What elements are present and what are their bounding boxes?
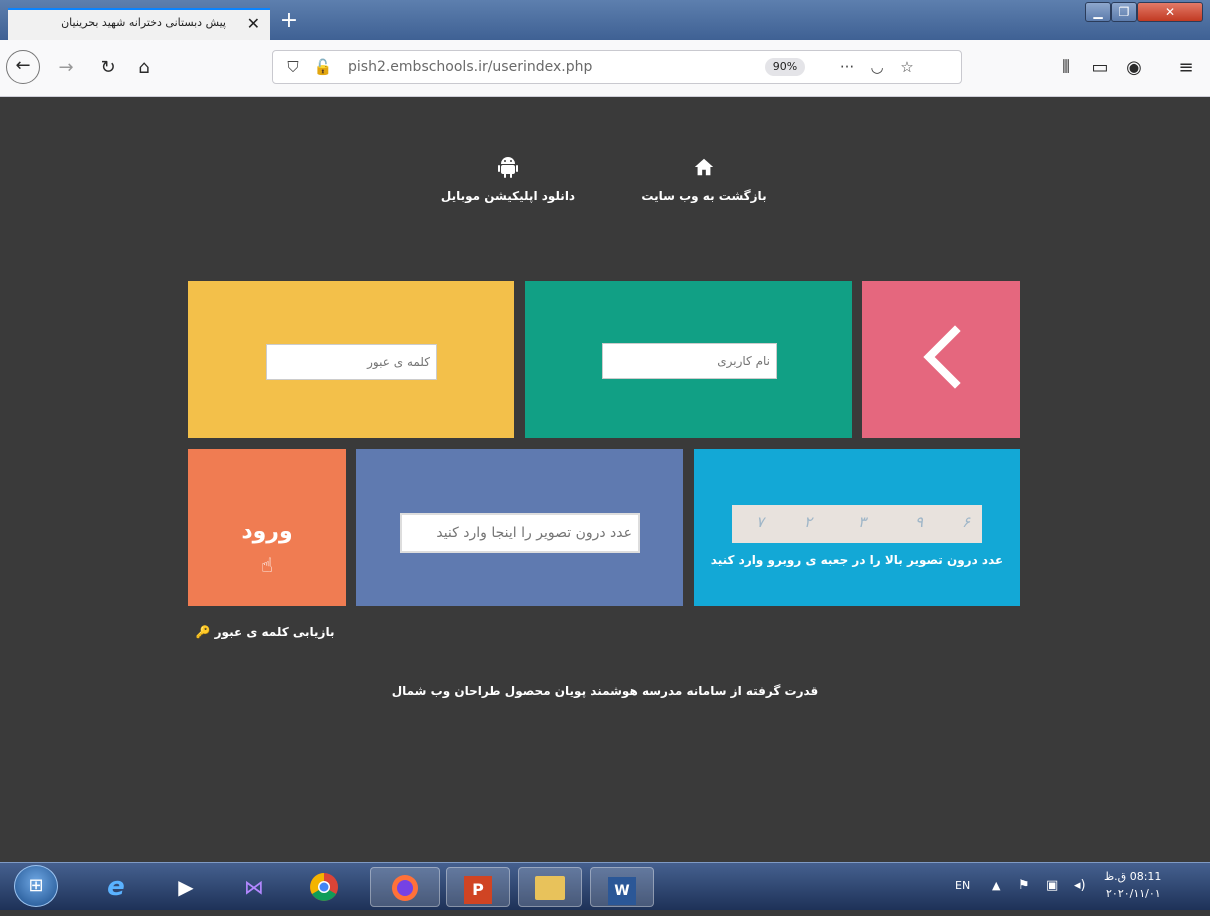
back-button[interactable]: ← — [6, 50, 40, 84]
zoom-badge[interactable]: 90% — [765, 58, 805, 76]
footer-credit: قدرت گرفته از سامانه مدرسه هوشمند پویان … — [391, 684, 819, 698]
captcha-image: ۶ ۹ ۳ ۲ ۷ — [732, 505, 982, 543]
forward-button[interactable]: → — [52, 54, 80, 82]
tab-close-icon[interactable]: ✕ — [247, 14, 260, 33]
captcha-tile: ۶ ۹ ۳ ۲ ۷ عدد درون تصویر بالا را در جعبه… — [694, 449, 1020, 606]
network-icon[interactable]: ▣ — [1046, 878, 1058, 893]
powerpoint-icon[interactable]: P — [446, 867, 510, 907]
hand-pointer-icon: ☝ — [260, 553, 274, 577]
login-button[interactable]: ورود ☝ — [188, 449, 346, 606]
more-actions-icon[interactable]: ··· — [837, 57, 857, 77]
username-input[interactable] — [602, 343, 777, 379]
close-window-button[interactable]: ✕ — [1137, 2, 1203, 22]
captcha-digit: ۶ — [962, 513, 971, 531]
start-button[interactable]: ⊞ — [14, 865, 58, 907]
volume-icon[interactable]: ◂) — [1074, 878, 1086, 893]
account-icon[interactable]: ◉ — [1120, 54, 1148, 82]
word-icon[interactable]: W — [590, 867, 654, 907]
android-icon — [428, 155, 588, 189]
browser-titlebar: پیش دبستانی دخترانه شهید بحرینیان ✕ + ▁ … — [0, 0, 1210, 40]
chrome-icon[interactable] — [294, 867, 354, 907]
captcha-digit: ۳ — [858, 513, 867, 531]
password-tile — [188, 281, 514, 438]
captcha-hint: عدد درون تصویر بالا را در جعبه ی روبرو و… — [710, 553, 1004, 567]
captcha-digit: ۲ — [804, 513, 813, 531]
pocket-icon[interactable]: ◡ — [867, 57, 887, 77]
windows-taskbar: ⊞ e ▶ ⋈ P W EN ▲ ⚑ ▣ ◂) 08:11 ق.ظ ۲۰۲۰/۱… — [0, 862, 1210, 910]
password-input[interactable] — [266, 344, 437, 380]
firefox-icon[interactable] — [370, 867, 440, 907]
tab-title: پیش دبستانی دخترانه شهید بحرینیان — [61, 16, 226, 29]
minimize-button[interactable]: ▁ — [1085, 2, 1111, 22]
home-button[interactable]: ⌂ — [130, 54, 158, 82]
sidebar-icon[interactable]: ▭ — [1086, 54, 1114, 82]
back-to-website-link[interactable]: بازگشت به وب سایت — [624, 155, 784, 225]
login-label: ورود — [241, 519, 293, 544]
file-explorer-icon[interactable] — [518, 867, 582, 907]
clock-time[interactable]: 08:11 ق.ظ — [1104, 870, 1161, 883]
visual-studio-icon[interactable]: ⋈ — [224, 867, 284, 907]
key-icon: 🔑 — [195, 625, 211, 639]
browser-tab[interactable]: پیش دبستانی دخترانه شهید بحرینیان ✕ — [8, 8, 270, 40]
recover-password-label: بازیابی کلمه ی عبور — [214, 625, 335, 639]
username-tile — [525, 281, 852, 438]
captcha-input[interactable] — [400, 513, 640, 553]
captcha-digit: ۷ — [756, 513, 765, 531]
url-text[interactable]: pish2.embschools.ir/userindex.php — [348, 59, 592, 75]
back-tile[interactable] — [862, 281, 1020, 438]
media-player-icon[interactable]: ▶ — [156, 867, 216, 907]
reload-button[interactable]: ↻ — [94, 54, 122, 82]
recover-password-link[interactable]: بازیابی کلمه ی عبور 🔑 — [180, 625, 350, 639]
clock-date[interactable]: ۲۰۲۰/۱۱/۰۱ — [1106, 887, 1161, 900]
captcha-digit: ۹ — [915, 513, 924, 531]
back-to-website-label: بازگشت به وب سایت — [641, 189, 767, 203]
bookmark-star-icon[interactable]: ☆ — [897, 57, 917, 77]
language-indicator[interactable]: EN — [955, 879, 970, 892]
url-bar[interactable]: ⛉ 🔓 pish2.embschools.ir/userindex.php 90… — [272, 50, 962, 84]
new-tab-button[interactable]: + — [276, 10, 302, 34]
chevron-left-icon — [923, 325, 961, 389]
home-icon — [624, 155, 784, 189]
internet-explorer-icon[interactable]: e — [86, 867, 146, 907]
browser-navbar: ← → ↻ ⌂ ⛉ 🔓 pish2.embschools.ir/userinde… — [0, 40, 1210, 97]
insecure-lock-icon[interactable]: 🔓 — [313, 57, 333, 77]
library-icon[interactable]: ⫴ — [1052, 54, 1080, 82]
menu-icon[interactable]: ≡ — [1172, 54, 1200, 82]
shield-icon[interactable]: ⛉ — [283, 57, 303, 77]
action-center-flag-icon[interactable]: ⚑ — [1018, 878, 1030, 893]
maximize-button[interactable]: ❐ — [1111, 2, 1137, 22]
download-app-label: دانلود اپلیکیشن موبایل — [440, 189, 576, 203]
show-hidden-icons-icon[interactable]: ▲ — [992, 879, 1000, 892]
download-app-link[interactable]: دانلود اپلیکیشن موبایل — [428, 155, 588, 225]
captcha-input-tile — [356, 449, 683, 606]
